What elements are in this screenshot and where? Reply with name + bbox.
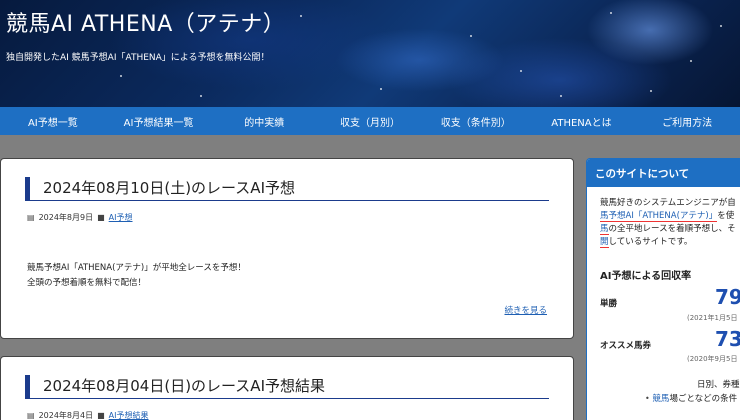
site-description: 独自開発したAI 競馬予想AI「ATHENA」による予想を無料公開！ xyxy=(6,53,270,63)
post-excerpt: 競馬予想AI「ATHENA(アテナ)」が平地全レースを予想！ 全頭の予想着順を無… xyxy=(27,261,246,291)
excerpt-line: 競馬予想AI「ATHENA(アテナ)」が平地全レースを予想！ xyxy=(27,263,246,273)
nav-item-ai-results[interactable]: AI予想結果一覧 xyxy=(106,107,212,135)
sidebar-heading: このサイトについて xyxy=(587,159,740,187)
intro-line: 開しているサイトです。 xyxy=(600,236,736,249)
post-category-link[interactable]: AI予想結果 xyxy=(109,410,149,420)
site-header: 競馬AI ATHENA（アテナ） 独自開発したAI 競馬予想AI「ATHENA」… xyxy=(0,0,740,107)
intro-line: 馬の全平地レースを着順予想し、そ xyxy=(600,223,736,236)
recommended-rate-note: (2020年9月5日 xyxy=(687,355,738,363)
folder-icon: ■ xyxy=(97,411,105,420)
sidebar-link[interactable]: 競馬 xyxy=(652,394,669,404)
sidebar-intro: 競馬好きのシステムエンジニアが自 馬予想AI「ATHENA(アテナ)」を使 馬の… xyxy=(600,197,736,249)
post-date: 2024年8月4日 xyxy=(38,411,94,420)
nav-item-how-to-use[interactable]: ご利用方法 xyxy=(634,107,740,135)
nav-item-about-athena[interactable]: ATHENAとは xyxy=(529,107,635,135)
win-rate-note: (2021年1月5日 xyxy=(687,314,738,322)
sidebar-footer-text: • 競馬場ごとなどの条件 xyxy=(645,392,737,404)
intro-link[interactable]: 馬 xyxy=(600,224,609,235)
nav-item-hit-record[interactable]: 的中実績 xyxy=(211,107,317,135)
bullet-icon: • xyxy=(645,394,650,403)
post-card: 2024年08月10日(土)のレースAI予想 ▤ 2024年8月9日 ■ AI予… xyxy=(0,158,574,339)
recovery-rate-heading: AI予想による回収率 xyxy=(600,271,692,282)
sidebar-footer-text: 日別、券種 xyxy=(697,380,740,390)
sidebar-about: このサイトについて 競馬好きのシステムエンジニアが自 馬予想AI「ATHENA(… xyxy=(586,158,740,420)
post-date: 2024年8月9日 xyxy=(38,213,94,222)
win-rate-value: 79 xyxy=(715,285,740,309)
post-meta: ▤ 2024年8月4日 ■ AI予想結果 xyxy=(27,410,149,420)
post-meta: ▤ 2024年8月9日 ■ AI予想 xyxy=(27,212,133,223)
sidebar-text: 場ごとなどの条件 xyxy=(669,394,738,404)
nav-item-condition-balance[interactable]: 収支（条件別） xyxy=(423,107,529,135)
intro-link[interactable]: 開 xyxy=(600,237,609,248)
intro-link[interactable]: 馬予想AI「ATHENA(アテナ)」 xyxy=(600,211,718,222)
intro-text: の全平地レースを着順予想し、そ xyxy=(608,224,736,234)
intro-line: 競馬好きのシステムエンジニアが自 xyxy=(600,198,736,208)
read-more-link[interactable]: 続きを見る xyxy=(504,304,547,316)
calendar-icon: ▤ xyxy=(27,411,35,420)
excerpt-line: 全頭の予想着順を無料で配信！ xyxy=(27,278,147,288)
site-title[interactable]: 競馬AI ATHENA（アテナ） xyxy=(6,6,285,38)
recommended-label: オススメ馬券 xyxy=(600,341,652,351)
calendar-icon: ▤ xyxy=(27,213,35,222)
post-card: 2024年08月04日(日)のレースAI予想結果 ▤ 2024年8月4日 ■ A… xyxy=(0,356,574,420)
intro-text: しているサイトです。 xyxy=(608,237,693,247)
post-title[interactable]: 2024年08月04日(日)のレースAI予想結果 xyxy=(25,375,549,399)
post-title[interactable]: 2024年08月10日(土)のレースAI予想 xyxy=(25,177,549,201)
intro-line: 馬予想AI「ATHENA(アテナ)」を使 xyxy=(600,210,736,223)
folder-icon: ■ xyxy=(97,213,105,222)
nav-item-monthly-balance[interactable]: 収支（月別） xyxy=(317,107,423,135)
win-label: 単勝 xyxy=(600,299,618,309)
nav-item-ai-predictions[interactable]: AI予想一覧 xyxy=(0,107,106,135)
intro-text: を使 xyxy=(717,211,735,221)
main-nav: AI予想一覧 AI予想結果一覧 的中実績 収支（月別） 収支（条件別） ATHE… xyxy=(0,107,740,135)
recommended-rate-value: 73 xyxy=(715,327,740,351)
post-category-link[interactable]: AI予想 xyxy=(109,212,133,223)
